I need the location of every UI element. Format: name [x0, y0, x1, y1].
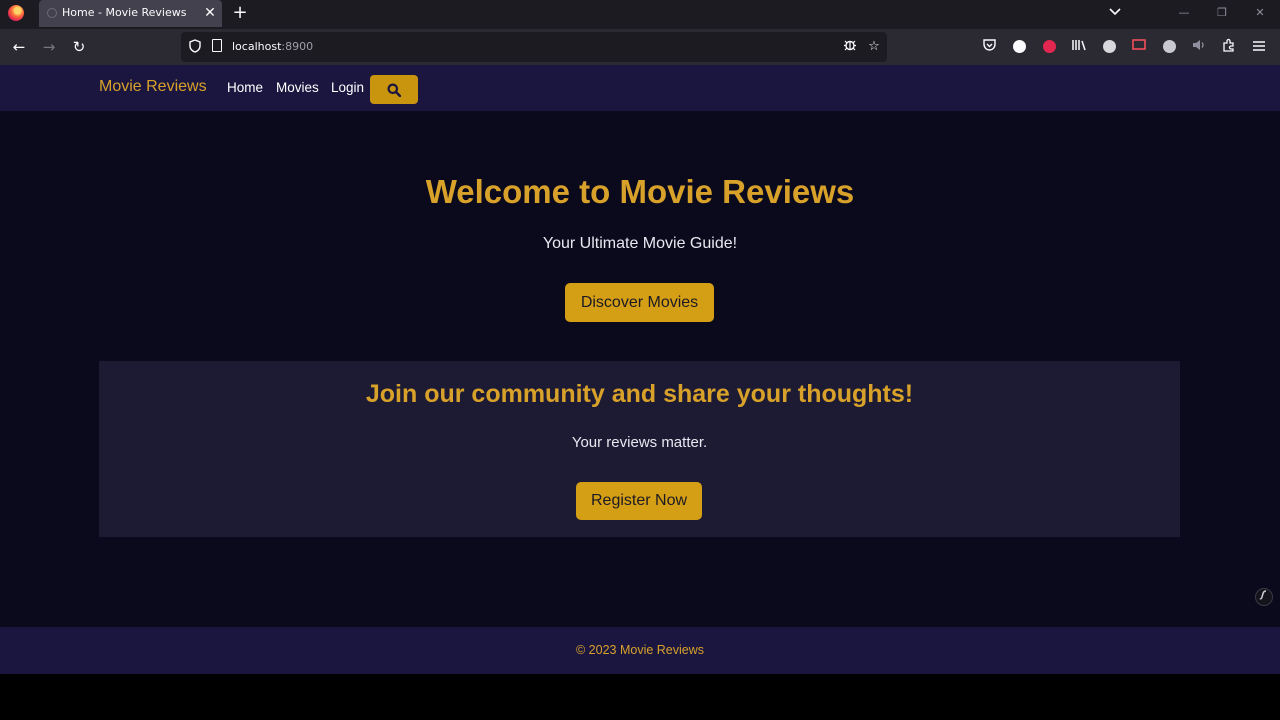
- discover-movies-button[interactable]: Discover Movies: [565, 283, 714, 322]
- window-maximize-button[interactable]: ❐: [1212, 4, 1232, 22]
- community-section: Join our community and share your though…: [99, 361, 1180, 537]
- browser-tab-strip: Home - Movie Reviews ✕ + — ❐ ✕: [0, 0, 1280, 29]
- site-navbar: Movie Reviews Home Movies Login: [0, 65, 1280, 111]
- adblock-icon[interactable]: [1160, 38, 1178, 56]
- debug-toolbar-icon[interactable]: [1255, 588, 1273, 606]
- library-icon[interactable]: [1070, 38, 1088, 56]
- tab-list-chevron-icon[interactable]: [1106, 4, 1124, 22]
- speaker-icon[interactable]: [1190, 38, 1208, 56]
- pocket-icon[interactable]: [980, 38, 998, 56]
- site-brand-link[interactable]: Movie Reviews: [99, 78, 207, 96]
- web-page: Movie Reviews Home Movies Login Welcome …: [0, 65, 1280, 674]
- hero-title: Welcome to Movie Reviews: [425, 173, 855, 210]
- tab-title: Home - Movie Reviews: [62, 6, 187, 19]
- bug-icon[interactable]: [841, 38, 859, 56]
- nav-link-home[interactable]: Home: [227, 80, 263, 95]
- red-extension-icon[interactable]: [1040, 38, 1058, 56]
- nav-link-login[interactable]: Login: [331, 80, 364, 95]
- search-button[interactable]: [370, 75, 418, 104]
- window-close-button[interactable]: ✕: [1250, 4, 1270, 22]
- reload-button[interactable]: ↻: [69, 37, 89, 57]
- site-footer: © 2023 Movie Reviews: [0, 627, 1280, 674]
- nav-link-movies[interactable]: Movies: [276, 80, 319, 95]
- screen-extension-icon[interactable]: [1130, 38, 1148, 56]
- register-now-button[interactable]: Register Now: [576, 482, 702, 520]
- browser-toolbar: ← → ↻ localhost:8900 ☆: [0, 29, 1280, 65]
- community-subtitle: Your reviews matter.: [571, 434, 708, 451]
- forward-button[interactable]: →: [39, 37, 59, 57]
- window-minimize-button[interactable]: —: [1174, 4, 1194, 22]
- url-port: :8900: [281, 40, 314, 53]
- screen-bottom-bar: [0, 674, 1280, 720]
- community-title: Join our community and share your though…: [365, 380, 914, 408]
- tracking-shield-icon[interactable]: [189, 39, 201, 53]
- new-tab-button[interactable]: +: [232, 3, 248, 23]
- url-text[interactable]: localhost:8900: [232, 40, 313, 53]
- hero-subtitle: Your Ultimate Movie Guide!: [542, 235, 738, 252]
- firefox-logo-icon[interactable]: [8, 5, 24, 21]
- search-icon: [387, 83, 401, 97]
- url-bar[interactable]: localhost:8900 ☆: [181, 32, 887, 62]
- circle-extension-icon[interactable]: [1100, 38, 1118, 56]
- browser-tab-active[interactable]: Home - Movie Reviews ✕: [39, 0, 222, 27]
- url-host: localhost: [232, 40, 282, 53]
- page-info-icon[interactable]: [212, 39, 222, 52]
- tab-close-icon[interactable]: ✕: [203, 4, 217, 22]
- star-icon[interactable]: ☆: [865, 38, 883, 56]
- back-button[interactable]: ←: [9, 37, 29, 57]
- info-extension-icon[interactable]: [1010, 38, 1028, 56]
- extensions-icon[interactable]: [1220, 38, 1238, 56]
- menu-icon[interactable]: [1250, 38, 1268, 56]
- tab-favicon-icon: [47, 8, 57, 18]
- footer-copyright: © 2023 Movie Reviews: [575, 643, 704, 657]
